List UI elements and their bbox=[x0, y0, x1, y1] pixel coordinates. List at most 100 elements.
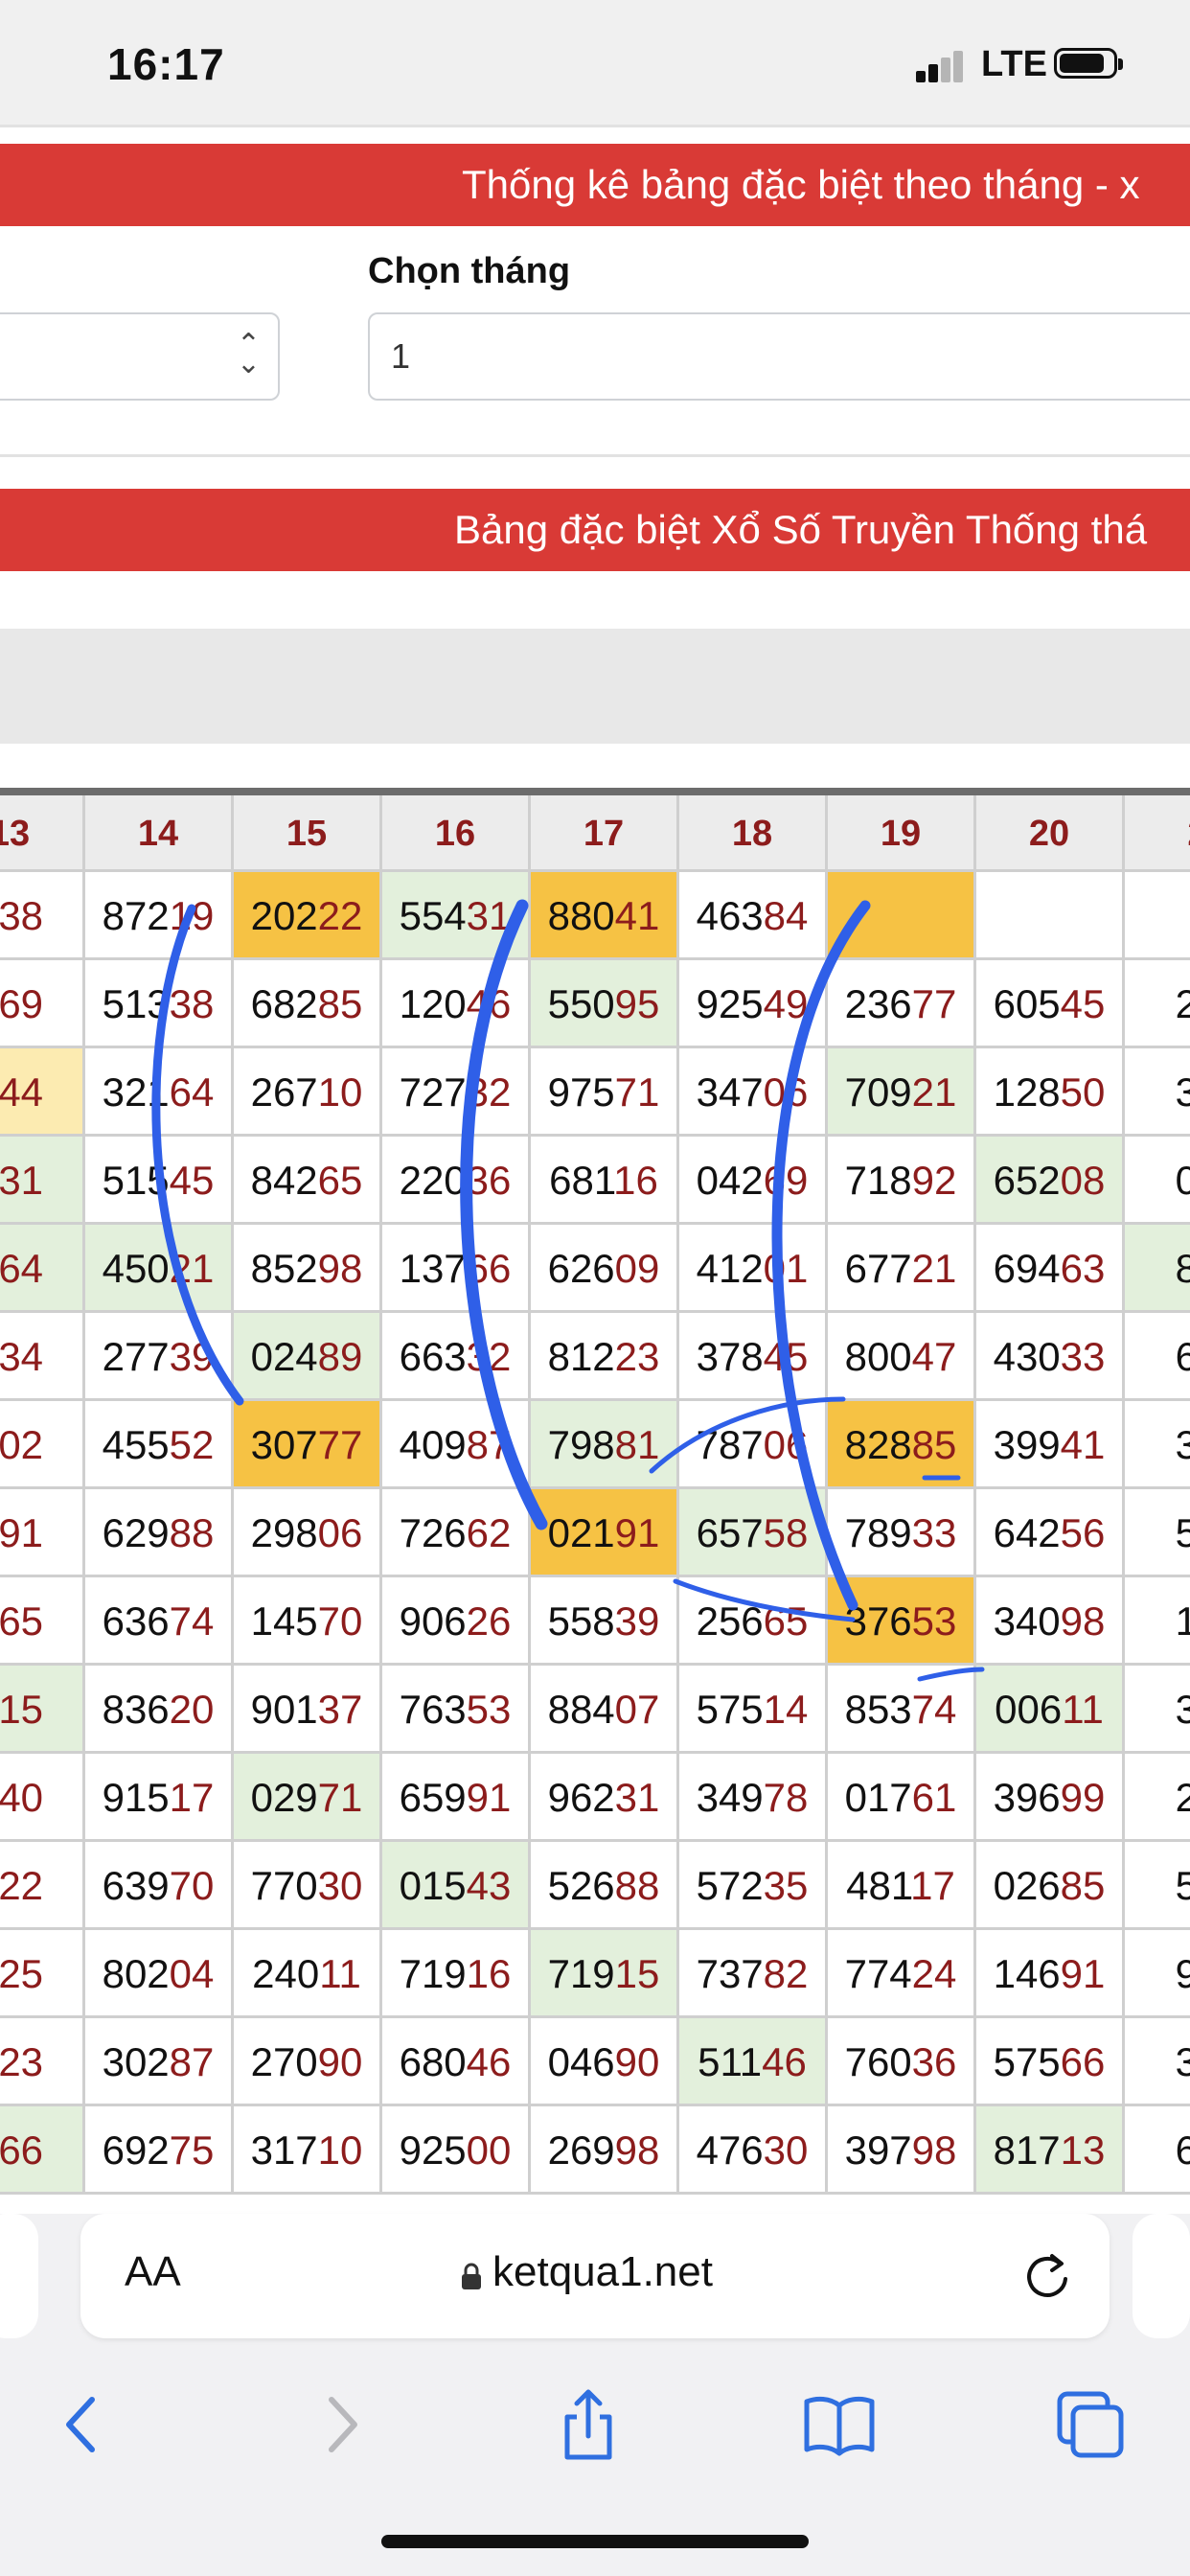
number-tail: 71 bbox=[317, 1775, 363, 1820]
number-tail: 56 bbox=[1060, 1510, 1106, 1555]
table-cell: 73782 bbox=[679, 1930, 828, 2018]
number-head: 652 bbox=[993, 1158, 1061, 1203]
number-head: 884 bbox=[547, 1687, 615, 1732]
number-tail: 47 bbox=[911, 1334, 957, 1379]
number-tail: 06 bbox=[317, 1510, 363, 1555]
number-head: 677 bbox=[844, 1246, 912, 1291]
table-cell: 502 bbox=[0, 1401, 85, 1489]
number-tail: 38 bbox=[169, 981, 215, 1026]
table-cell: 62609 bbox=[531, 1225, 679, 1313]
number-head: 87 bbox=[1175, 1246, 1190, 1291]
table-cell: 85298 bbox=[234, 1225, 382, 1313]
number-tail: 31 bbox=[0, 1158, 44, 1203]
table-cell: 30777 bbox=[234, 1401, 382, 1489]
number-head: 202 bbox=[250, 893, 318, 938]
table-cell bbox=[828, 872, 976, 960]
share-icon[interactable] bbox=[550, 2386, 627, 2463]
month-label: Chọn tháng bbox=[368, 251, 571, 291]
forward-icon[interactable] bbox=[303, 2386, 379, 2463]
table-cell: 87 bbox=[1125, 1225, 1190, 1313]
number-tail: 17 bbox=[910, 1863, 955, 1908]
number-tail: 46 bbox=[466, 2039, 512, 2084]
number-tail: 91 bbox=[1060, 1951, 1106, 1996]
number-head: 526 bbox=[547, 1863, 615, 1908]
table-cell: 36 bbox=[1125, 1666, 1190, 1754]
number-head: 270 bbox=[250, 2039, 318, 2084]
table-cell: 02971 bbox=[234, 1754, 382, 1842]
previous-tab-preview[interactable] bbox=[0, 2214, 38, 2338]
table-cell: 81713 bbox=[976, 2106, 1125, 2195]
number-tail: 00 bbox=[466, 2128, 512, 2173]
number-head: 680 bbox=[399, 2039, 467, 2084]
table-cell: 90626 bbox=[382, 1577, 531, 1666]
number-head: 925 bbox=[399, 2128, 467, 2173]
table-cell: 34706 bbox=[679, 1048, 828, 1137]
number-head: 575 bbox=[993, 2039, 1061, 2084]
number-tail: 53 bbox=[911, 1598, 957, 1644]
back-icon[interactable] bbox=[44, 2386, 121, 2463]
number-head: 663 bbox=[399, 1334, 467, 1379]
number-tail: 41 bbox=[1060, 1422, 1106, 1467]
tabs-icon[interactable] bbox=[1052, 2386, 1129, 2463]
column-header: 20 bbox=[976, 795, 1125, 872]
number-tail: 66 bbox=[0, 2128, 44, 2173]
number-head: 657 bbox=[696, 1510, 764, 1555]
reader-options-button[interactable]: AA bbox=[125, 2248, 181, 2296]
table-banner: Bảng đặc biệt Xổ Số Truyền Thống thá bbox=[0, 489, 1190, 571]
number-head: 836 bbox=[102, 1687, 170, 1732]
battery-icon bbox=[1054, 48, 1123, 79]
next-tab-preview[interactable] bbox=[1133, 2214, 1190, 2338]
table-cell: 70921 bbox=[828, 1048, 976, 1137]
year-select[interactable]: ⌃ ⌄ bbox=[0, 312, 280, 401]
table-cell: 90137 bbox=[234, 1666, 382, 1754]
table-cell: 04269 bbox=[679, 1137, 828, 1225]
table-cell: 415 bbox=[0, 1666, 85, 1754]
number-head: 376 bbox=[844, 1598, 912, 1644]
number-tail: 22 bbox=[317, 893, 363, 938]
number-head: 962 bbox=[547, 1775, 615, 1820]
table-cell: 091 bbox=[0, 1489, 85, 1577]
number-tail: 62 bbox=[466, 1510, 512, 1555]
table-cell: 21 bbox=[1125, 960, 1190, 1048]
number-head: 880 bbox=[547, 893, 615, 938]
number-tail: 35 bbox=[763, 1863, 809, 1908]
number-tail: 30 bbox=[763, 2128, 809, 2173]
number-head: 69 bbox=[1175, 2128, 1190, 2173]
table-cell: 26998 bbox=[531, 2106, 679, 2195]
select-chevron-icon: ⌃ ⌄ bbox=[236, 329, 261, 380]
number-tail: 81 bbox=[614, 1422, 660, 1467]
table-cell: 54 bbox=[1125, 1489, 1190, 1577]
table-cell: 78706 bbox=[679, 1401, 828, 1489]
number-head: 455 bbox=[102, 1422, 170, 1467]
number-head: 975 bbox=[547, 1070, 615, 1115]
table-cell: 71916 bbox=[382, 1930, 531, 2018]
number-tail: 31 bbox=[466, 893, 512, 938]
number-head: 38 bbox=[1175, 1070, 1190, 1115]
number-head: 760 bbox=[844, 2039, 912, 2084]
number-tail: 36 bbox=[466, 1158, 512, 1203]
number-tail: 32 bbox=[466, 1070, 512, 1115]
number-head: 872 bbox=[102, 893, 170, 938]
month-input[interactable] bbox=[368, 312, 1190, 401]
reload-icon[interactable] bbox=[1021, 2250, 1073, 2302]
number-tail: 45 bbox=[763, 1334, 809, 1379]
table-cell: 57235 bbox=[679, 1842, 828, 1930]
number-tail: 88 bbox=[169, 1510, 215, 1555]
number-tail: 87 bbox=[466, 1422, 512, 1467]
table-cell: 27090 bbox=[234, 2018, 382, 2106]
table-cell: 940 bbox=[0, 1754, 85, 1842]
bookmarks-icon[interactable] bbox=[801, 2386, 878, 2463]
number-tail: 46 bbox=[762, 2039, 807, 2084]
table-cell: 68116 bbox=[531, 1137, 679, 1225]
number-tail: 26 bbox=[466, 1598, 512, 1644]
table-cell: 725 bbox=[0, 1930, 85, 2018]
table-cell: 769 bbox=[0, 960, 85, 1048]
number-tail: 66 bbox=[1060, 2039, 1106, 2084]
number-tail: 40 bbox=[0, 1775, 44, 1820]
table-cell: 22036 bbox=[382, 1137, 531, 1225]
address-bar[interactable]: AA ketqua1.net bbox=[80, 2214, 1110, 2338]
number-head: 317 bbox=[250, 2128, 318, 2173]
table-cell: 02685 bbox=[976, 1842, 1125, 1930]
table-cell: 46384 bbox=[679, 872, 828, 960]
table-cell: 82885 bbox=[828, 1401, 976, 1489]
